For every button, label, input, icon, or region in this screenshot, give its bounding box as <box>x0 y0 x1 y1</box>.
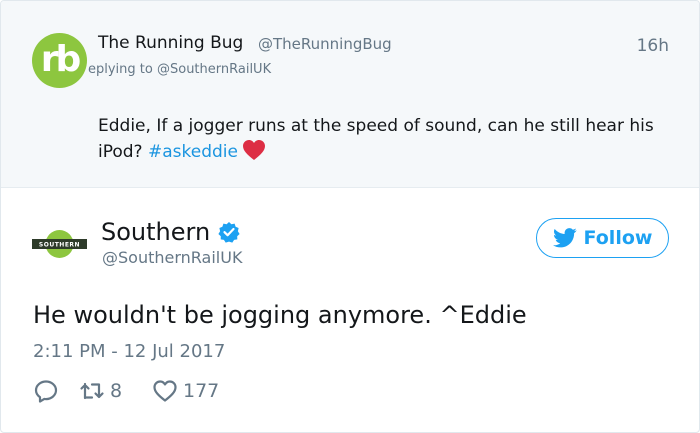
red-heart-emoji-icon <box>242 140 265 160</box>
hashtag-link[interactable]: #askeddie <box>148 142 238 162</box>
embedded-tweet-card: rb The Running Bug @TheRunningBug 16h ep… <box>0 0 700 433</box>
reply-action[interactable] <box>33 376 59 406</box>
retweet-action[interactable]: 8 <box>79 376 122 406</box>
parent-author-handle[interactable]: @TheRunningBug <box>258 35 392 53</box>
replying-prefix: eplying to <box>88 62 157 77</box>
like-count: 177 <box>183 380 220 402</box>
parent-tweet[interactable]: rb The Running Bug @TheRunningBug 16h ep… <box>1 1 699 188</box>
replying-to-line: eplying to @SouthernRailUK <box>88 62 271 77</box>
parent-avatar[interactable]: rb <box>32 33 87 88</box>
southern-avatar[interactable]: SOUTHERN <box>32 223 87 265</box>
parent-avatar-logo: rb <box>40 39 82 80</box>
author-name[interactable]: Southern <box>101 218 210 246</box>
retweet-icon <box>80 382 104 400</box>
like-icon <box>153 380 177 402</box>
southern-logo-text: SOUTHERN <box>39 242 80 249</box>
tweet-timestamp[interactable]: 2:11 PM - 12 Jul 2017 <box>33 341 225 362</box>
tweet-text: He wouldn't be jogging anymore. ^Eddie <box>33 301 527 329</box>
reply-icon <box>34 380 58 403</box>
parent-tweet-text: Eddie, If a jogger runs at the speed of … <box>98 114 678 165</box>
parent-timestamp[interactable]: 16h <box>637 36 669 56</box>
follow-button-label: Follow <box>583 227 653 249</box>
like-action[interactable]: 177 <box>152 376 219 406</box>
twitter-bird-icon <box>552 228 577 248</box>
replying-to-link[interactable]: @SouthernRailUK <box>157 62 271 77</box>
parent-author-name[interactable]: The Running Bug <box>98 33 243 53</box>
follow-button[interactable]: Follow <box>536 218 669 258</box>
author-handle[interactable]: @SouthernRailUK <box>102 248 242 267</box>
retweet-count: 8 <box>110 380 123 402</box>
verified-badge-icon <box>218 222 240 243</box>
